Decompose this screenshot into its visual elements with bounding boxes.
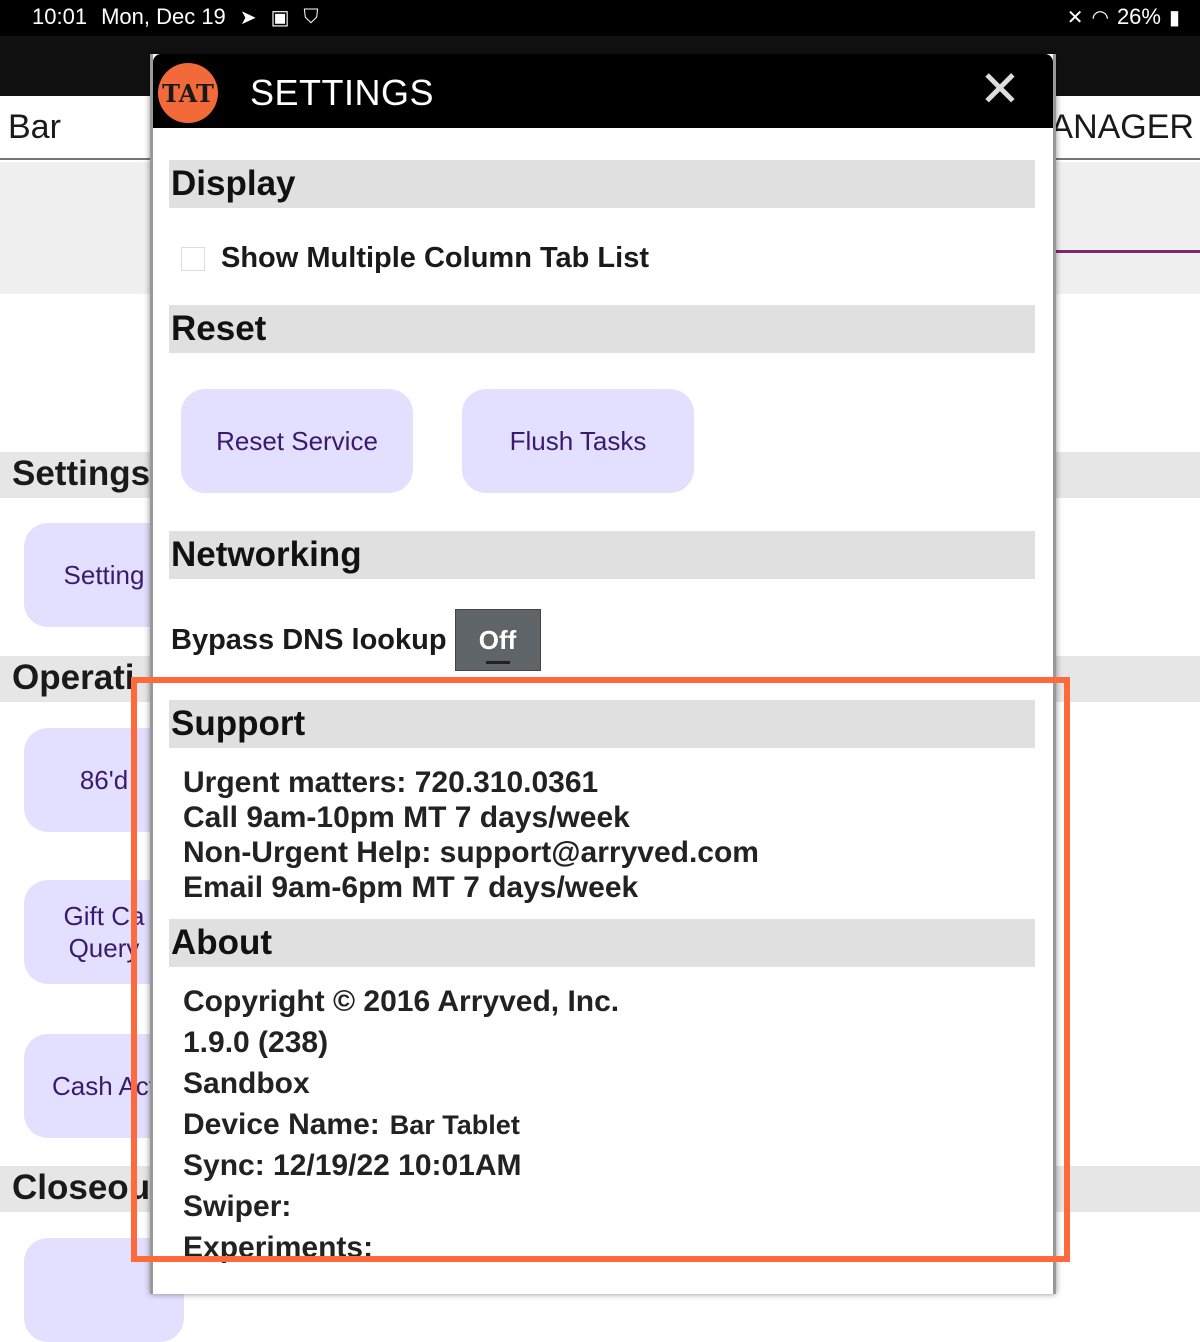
bg-86d-button-label: 86'd (79, 765, 129, 795)
support-email-hours: Email 9am-6pm MT 7 days/week (183, 871, 639, 904)
status-time: 10:01 (32, 4, 88, 29)
dialog-title: SETTINGS (250, 72, 435, 113)
bg-section-operations-title: Operati (12, 658, 135, 697)
about-sync: Sync: 12/19/22 10:01AM (183, 1149, 522, 1182)
reset-service-button[interactable]: Reset Service (181, 389, 413, 493)
section-reset: Reset (169, 305, 1035, 353)
section-support-title: Support (171, 704, 306, 743)
image-icon: ▣ (270, 6, 290, 29)
support-email: Non-Urgent Help: support@arryved.com (183, 836, 759, 869)
section-about: About (169, 919, 1035, 967)
support-urgent-phone: Urgent matters: 720.310.0361 (183, 766, 599, 799)
about-experiments: Experiments: (183, 1231, 374, 1264)
send-icon: ➤ (239, 6, 257, 29)
bypass-dns-toggle-state: Off (478, 624, 517, 655)
dialog-header: TAT SETTINGS ✕ (153, 54, 1053, 128)
mute-icon: ✕ (1066, 6, 1084, 29)
bg-gift-card-button-label: Gift Ca Query (63, 901, 145, 963)
about-environment: Sandbox (183, 1067, 310, 1100)
nav-tab-bar[interactable]: Bar (8, 108, 61, 147)
shield-icon: ⛉ (303, 5, 319, 28)
section-support: Support (169, 700, 1035, 748)
section-networking-title: Networking (171, 535, 362, 574)
multi-column-setting[interactable]: Show Multiple Column Tab List (181, 242, 649, 275)
bg-section-closeout-title: Closeou (12, 1168, 151, 1207)
about-copyright: Copyright © 2016 Arryved, Inc. (183, 985, 620, 1018)
bg-section-settings-title: Settings (12, 454, 151, 493)
about-swiper: Swiper: (183, 1190, 292, 1223)
device-name-label: Device Name: (183, 1108, 380, 1141)
multi-column-checkbox[interactable] (181, 246, 205, 271)
toggle-indicator (485, 661, 510, 664)
section-display: Display (169, 160, 1035, 208)
close-icon[interactable]: ✕ (977, 64, 1023, 114)
section-reset-title: Reset (171, 309, 267, 348)
settings-dialog: TAT SETTINGS ✕ Display Show Multiple Col… (150, 54, 1056, 1294)
bypass-dns-toggle[interactable]: Off (454, 609, 541, 671)
section-networking: Networking (169, 531, 1035, 579)
app-logo: TAT (158, 63, 218, 123)
multi-column-label: Show Multiple Column Tab List (221, 242, 649, 274)
battery-icon: ▮ (1168, 6, 1180, 29)
status-bar: 10:01 Mon, Dec 19 ➤ ▣ ⛉ ✕ ◠ 26% ▮ (0, 0, 1200, 36)
bg-settings-button-label: Setting (63, 560, 145, 590)
battery-percent: 26% (1116, 4, 1161, 29)
bypass-dns-label: Bypass DNS lookup (171, 623, 447, 656)
flush-tasks-button[interactable]: Flush Tasks (462, 389, 694, 493)
device-name-value: Bar Tablet (389, 1110, 520, 1140)
wifi-icon: ◠ (1091, 6, 1109, 29)
section-display-title: Display (171, 164, 296, 203)
bg-cash-actions-button-label: Cash Act (51, 1071, 157, 1101)
support-call-hours: Call 9am-10pm MT 7 days/week (183, 801, 630, 834)
section-about-title: About (171, 923, 273, 962)
status-date: Mon, Dec 19 (101, 4, 226, 29)
about-device-name: Device Name: Bar Tablet (183, 1108, 520, 1142)
about-version: 1.9.0 (238) (183, 1026, 329, 1059)
active-tab-indicator (1050, 250, 1200, 253)
bypass-dns-setting: Bypass DNS lookup Off (171, 609, 541, 671)
